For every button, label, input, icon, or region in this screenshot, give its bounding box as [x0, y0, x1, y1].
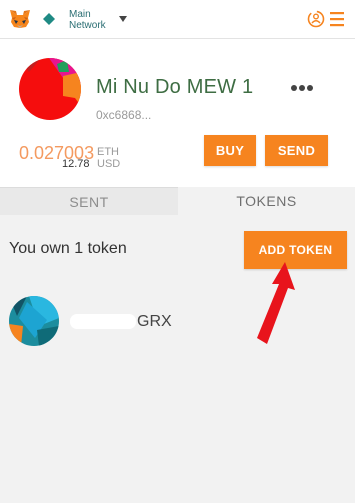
- hamburger-menu-icon[interactable]: [330, 12, 344, 27]
- buy-button[interactable]: BUY: [204, 135, 256, 166]
- token-count-text: You own 1 token: [9, 240, 127, 257]
- tab-sent[interactable]: SENT: [0, 187, 178, 215]
- network-name-line2: Network: [69, 20, 106, 31]
- token-symbol: GRX: [137, 313, 172, 330]
- tab-bar: SENT TOKENS: [0, 187, 355, 215]
- send-button[interactable]: SEND: [265, 135, 328, 166]
- account-panel: Mi Nu Do MEW 1 0xc6868... 0.027003 ETH 1…: [0, 39, 355, 187]
- account-avatar[interactable]: [19, 58, 81, 120]
- redaction-mask: [70, 314, 136, 329]
- token-identicon: [9, 296, 59, 346]
- tab-tokens[interactable]: TOKENS: [178, 187, 355, 214]
- network-diamond-icon[interactable]: [43, 13, 55, 25]
- metamask-fox-icon[interactable]: [9, 9, 31, 29]
- account-sync-icon[interactable]: [307, 10, 325, 28]
- network-name-line1: Main: [69, 9, 91, 20]
- usd-unit: USD: [97, 158, 121, 170]
- header-actions: [307, 10, 344, 28]
- network-selector[interactable]: Main Network: [69, 9, 106, 31]
- annotation-arrow-icon: [257, 262, 295, 344]
- chevron-down-icon[interactable]: [119, 16, 127, 22]
- token-list-item[interactable]: GRX: [0, 292, 355, 350]
- eth-unit: ETH: [97, 146, 119, 158]
- more-options-icon[interactable]: [290, 84, 314, 92]
- account-address[interactable]: 0xc6868...: [96, 108, 151, 122]
- app-header: Main Network: [0, 0, 355, 39]
- usd-balance: 12.78: [62, 158, 90, 170]
- account-name[interactable]: Mi Nu Do MEW 1: [96, 76, 253, 99]
